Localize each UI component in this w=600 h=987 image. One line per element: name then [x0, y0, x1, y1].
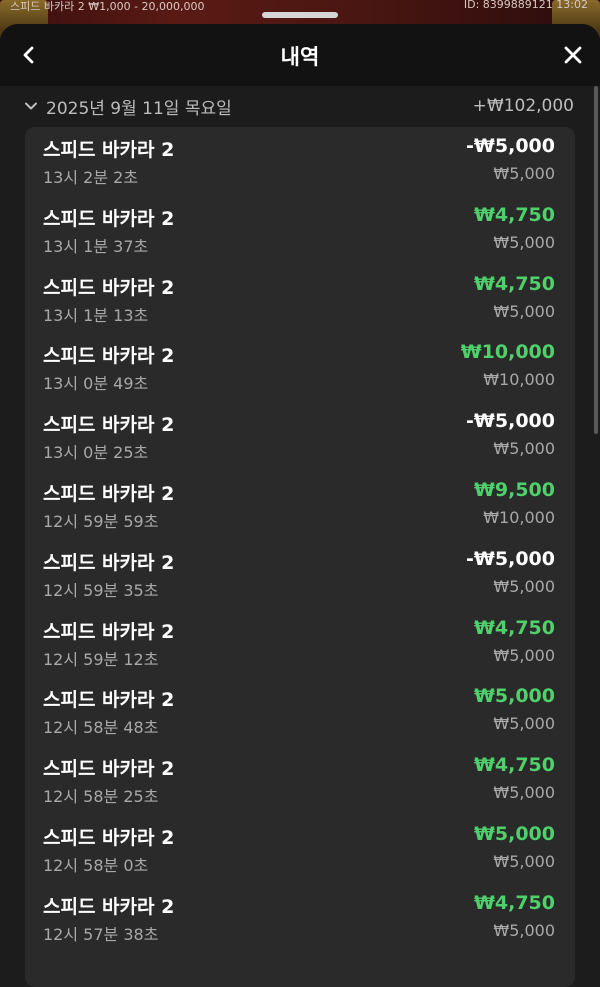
round-result: -₩5,000 [466, 547, 555, 570]
day-group-total: +₩102,000 [472, 96, 574, 116]
history-row[interactable]: 스피드 바카라 2 13시 0분 25초 -₩5,000 ₩5,000 [25, 402, 575, 471]
history-row[interactable]: 스피드 바카라 2 12시 59분 59초 ₩9,500 ₩10,000 [25, 471, 575, 540]
chevron-down-icon [25, 102, 37, 110]
round-result: ₩4,750 [473, 891, 555, 914]
game-name: 스피드 바카라 2 [43, 276, 175, 299]
round-time: 13시 1분 37초 [43, 236, 149, 256]
game-name: 스피드 바카라 2 [43, 482, 175, 505]
history-row[interactable]: 스피드 바카라 2 12시 57분 38초 ₩4,750 ₩5,000 [25, 884, 575, 953]
history-row[interactable]: 스피드 바카라 2 13시 2분 2초 -₩5,000 ₩5,000 [25, 127, 575, 196]
round-time: 12시 59분 12초 [43, 649, 159, 669]
bet-amount: ₩5,000 [493, 645, 555, 665]
round-result: ₩4,750 [473, 754, 555, 777]
bet-amount: ₩10,000 [483, 370, 555, 390]
game-name: 스피드 바카라 2 [43, 895, 175, 918]
history-row[interactable]: 스피드 바카라 2 12시 59분 35초 -₩5,000 ₩5,000 [25, 540, 575, 609]
history-row[interactable]: 스피드 바카라 2 12시 58분 25초 ₩4,750 ₩5,000 [25, 746, 575, 815]
close-button[interactable] [558, 40, 588, 70]
game-name: 스피드 바카라 2 [43, 689, 175, 712]
game-name: 스피드 바카라 2 [43, 551, 175, 574]
page-title: 내역 [280, 45, 320, 69]
bet-amount: ₩5,000 [493, 301, 555, 321]
game-name: 스피드 바카라 2 [43, 139, 175, 161]
history-row[interactable]: 스피드 바카라 2 12시 58분 48초 ₩5,000 ₩5,000 [25, 677, 575, 746]
game-name: 스피드 바카라 2 [43, 345, 175, 368]
round-time: 12시 58분 0초 [43, 855, 149, 875]
bet-amount: ₩5,000 [493, 164, 555, 183]
bet-amount: ₩5,000 [493, 232, 555, 252]
background-session-id: ID: 8399889121 13:02 [463, 0, 588, 11]
scrollbar[interactable] [594, 86, 600, 434]
bet-amount: ₩5,000 [493, 714, 555, 734]
round-result: -₩5,000 [466, 135, 555, 157]
round-time: 13시 1분 13초 [43, 305, 149, 325]
round-time: 12시 58분 25초 [43, 787, 159, 807]
bet-amount: ₩5,000 [493, 576, 555, 596]
round-time: 13시 0분 25초 [43, 443, 149, 463]
game-name: 스피드 바카라 2 [43, 207, 175, 230]
round-time: 12시 59분 59초 [43, 511, 159, 531]
round-result: ₩9,500 [473, 478, 555, 501]
bet-amount: ₩5,000 [493, 851, 555, 871]
round-result: -₩5,000 [466, 410, 555, 433]
close-icon [564, 46, 582, 64]
game-name: 스피드 바카라 2 [43, 758, 175, 781]
round-time: 12시 59분 35초 [43, 580, 159, 600]
bet-amount: ₩5,000 [493, 920, 555, 940]
history-row[interactable]: 스피드 바카라 2 12시 58분 0초 ₩5,000 ₩5,000 [25, 815, 575, 884]
background-table-info: 스피드 바카라 2 ₩1,000 - 20,000,000 [10, 0, 205, 13]
bet-amount: ₩5,000 [493, 783, 555, 803]
round-time: 13시 2분 2초 [43, 168, 139, 187]
round-result: ₩5,000 [473, 685, 555, 708]
scrollbar-thumb[interactable] [594, 86, 598, 434]
game-name: 스피드 바카라 2 [43, 620, 175, 643]
game-name: 스피드 바카라 2 [43, 826, 175, 849]
sheet-header: 내역 [0, 24, 600, 86]
round-time: 13시 0분 49초 [43, 374, 149, 394]
history-row[interactable]: 스피드 바카라 2 12시 59분 12초 ₩4,750 ₩5,000 [25, 609, 575, 678]
game-name: 스피드 바카라 2 [43, 414, 175, 437]
round-time: 12시 57분 38초 [43, 924, 159, 944]
history-row[interactable]: 스피드 바카라 2 13시 1분 13초 ₩4,750 ₩5,000 [25, 265, 575, 334]
sheet-drag-handle[interactable] [262, 12, 338, 18]
round-result: ₩4,750 [473, 272, 555, 295]
round-result: ₩10,000 [460, 341, 555, 364]
round-result: ₩5,000 [473, 822, 555, 845]
history-row[interactable]: 스피드 바카라 2 13시 1분 37초 ₩4,750 ₩5,000 [25, 196, 575, 265]
bet-amount: ₩10,000 [483, 507, 555, 527]
round-result: ₩4,750 [473, 203, 555, 226]
day-group-date: 2025년 9월 11일 목요일 [46, 98, 232, 119]
bet-amount: ₩5,000 [493, 439, 555, 459]
round-time: 12시 58분 48초 [43, 718, 159, 738]
day-group-header[interactable]: 2025년 9월 11일 목요일 +₩102,000 [24, 94, 574, 119]
history-list: 스피드 바카라 2 13시 2분 2초 -₩5,000 ₩5,000 스피드 바… [25, 127, 575, 987]
round-result: ₩4,750 [473, 616, 555, 639]
history-row[interactable]: 스피드 바카라 2 13시 0분 49초 ₩10,000 ₩10,000 [25, 333, 575, 402]
